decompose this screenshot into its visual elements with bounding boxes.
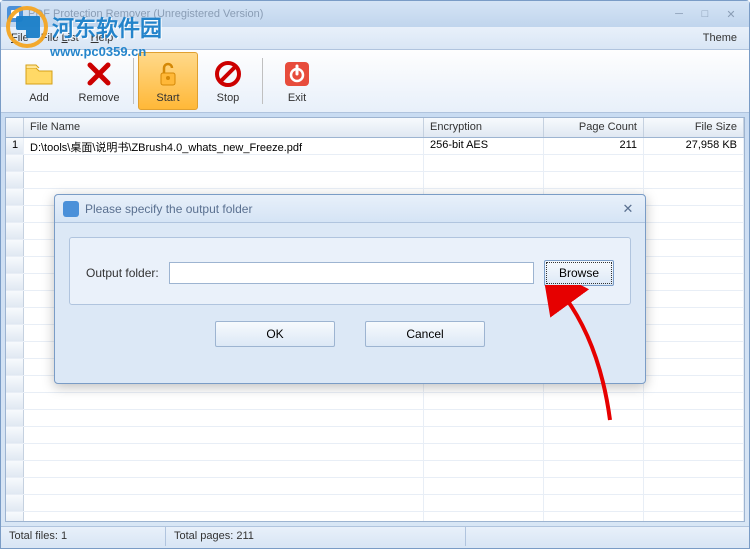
start-button[interactable]: Start (138, 52, 198, 110)
close-button[interactable]: ✕ (719, 6, 743, 22)
app-icon (7, 6, 23, 22)
dialog-title: Please specify the output folder (85, 202, 619, 216)
row-filesize: 27,958 KB (644, 138, 744, 154)
empty-row (6, 461, 744, 478)
output-folder-label: Output folder: (86, 266, 159, 280)
menu-help[interactable]: Help (85, 29, 120, 47)
col-num[interactable] (6, 118, 24, 137)
exit-button[interactable]: Exit (267, 52, 327, 110)
col-encryption[interactable]: Encryption (424, 118, 544, 137)
output-folder-input[interactable] (169, 262, 534, 284)
browse-button[interactable]: Browse (544, 260, 614, 286)
menu-theme[interactable]: Theme (695, 29, 745, 47)
window-controls: ─ □ ✕ (667, 6, 743, 22)
dialog-titlebar: Please specify the output folder ✕ (55, 195, 645, 223)
folder-add-icon (23, 58, 55, 90)
statusbar: Total files: 1 Total pages: 211 (1, 526, 749, 546)
window-title: PDF Protection Remover (Unregistered Ver… (28, 8, 667, 20)
status-totalfiles: Total files: 1 (1, 527, 166, 546)
row-num: 1 (6, 138, 24, 154)
empty-row (6, 172, 744, 189)
titlebar: PDF Protection Remover (Unregistered Ver… (1, 1, 749, 27)
col-pagecount[interactable]: Page Count (544, 118, 644, 137)
output-folder-dialog: Please specify the output folder ✕ Outpu… (54, 194, 646, 384)
status-totalpages: Total pages: 211 (166, 527, 466, 546)
table-row[interactable]: 1 D:\tools\桌面\说明书\ZBrush4.0_whats_new_Fr… (6, 138, 744, 155)
col-filename[interactable]: File Name (24, 118, 424, 137)
stop-button[interactable]: Stop (198, 52, 258, 110)
power-icon (281, 58, 313, 90)
row-filename: D:\tools\桌面\说明书\ZBrush4.0_whats_new_Free… (24, 138, 424, 154)
dialog-buttons: OK Cancel (69, 321, 631, 347)
empty-row (6, 495, 744, 512)
empty-row (6, 393, 744, 410)
dialog-close-button[interactable]: ✕ (619, 201, 637, 217)
toolbar-separator (133, 58, 134, 104)
menubar: File File List Help Theme (1, 27, 749, 49)
dialog-panel: Output folder: Browse (69, 237, 631, 305)
toolbar: Add Remove Start Stop Exit (1, 49, 749, 113)
empty-row (6, 427, 744, 444)
minimize-button[interactable]: ─ (667, 6, 691, 22)
cancel-button[interactable]: Cancel (365, 321, 485, 347)
status-spacer (466, 527, 749, 546)
ok-button[interactable]: OK (215, 321, 335, 347)
empty-row (6, 478, 744, 495)
empty-row (6, 512, 744, 522)
stop-icon (212, 58, 244, 90)
col-filesize[interactable]: File Size (644, 118, 744, 137)
remove-button[interactable]: Remove (69, 52, 129, 110)
menu-file[interactable]: File (5, 29, 35, 47)
grid-header: File Name Encryption Page Count File Siz… (6, 118, 744, 138)
menu-filelist[interactable]: File List (35, 29, 85, 47)
empty-row (6, 155, 744, 172)
dialog-icon (63, 201, 79, 217)
row-pagecount: 211 (544, 138, 644, 154)
maximize-button[interactable]: □ (693, 6, 717, 22)
dialog-body: Output folder: Browse OK Cancel (55, 223, 645, 361)
x-icon (83, 58, 115, 90)
row-encryption: 256-bit AES (424, 138, 544, 154)
empty-row (6, 444, 744, 461)
toolbar-separator-2 (262, 58, 263, 104)
add-button[interactable]: Add (9, 52, 69, 110)
empty-row (6, 410, 744, 427)
lock-open-icon (152, 58, 184, 90)
